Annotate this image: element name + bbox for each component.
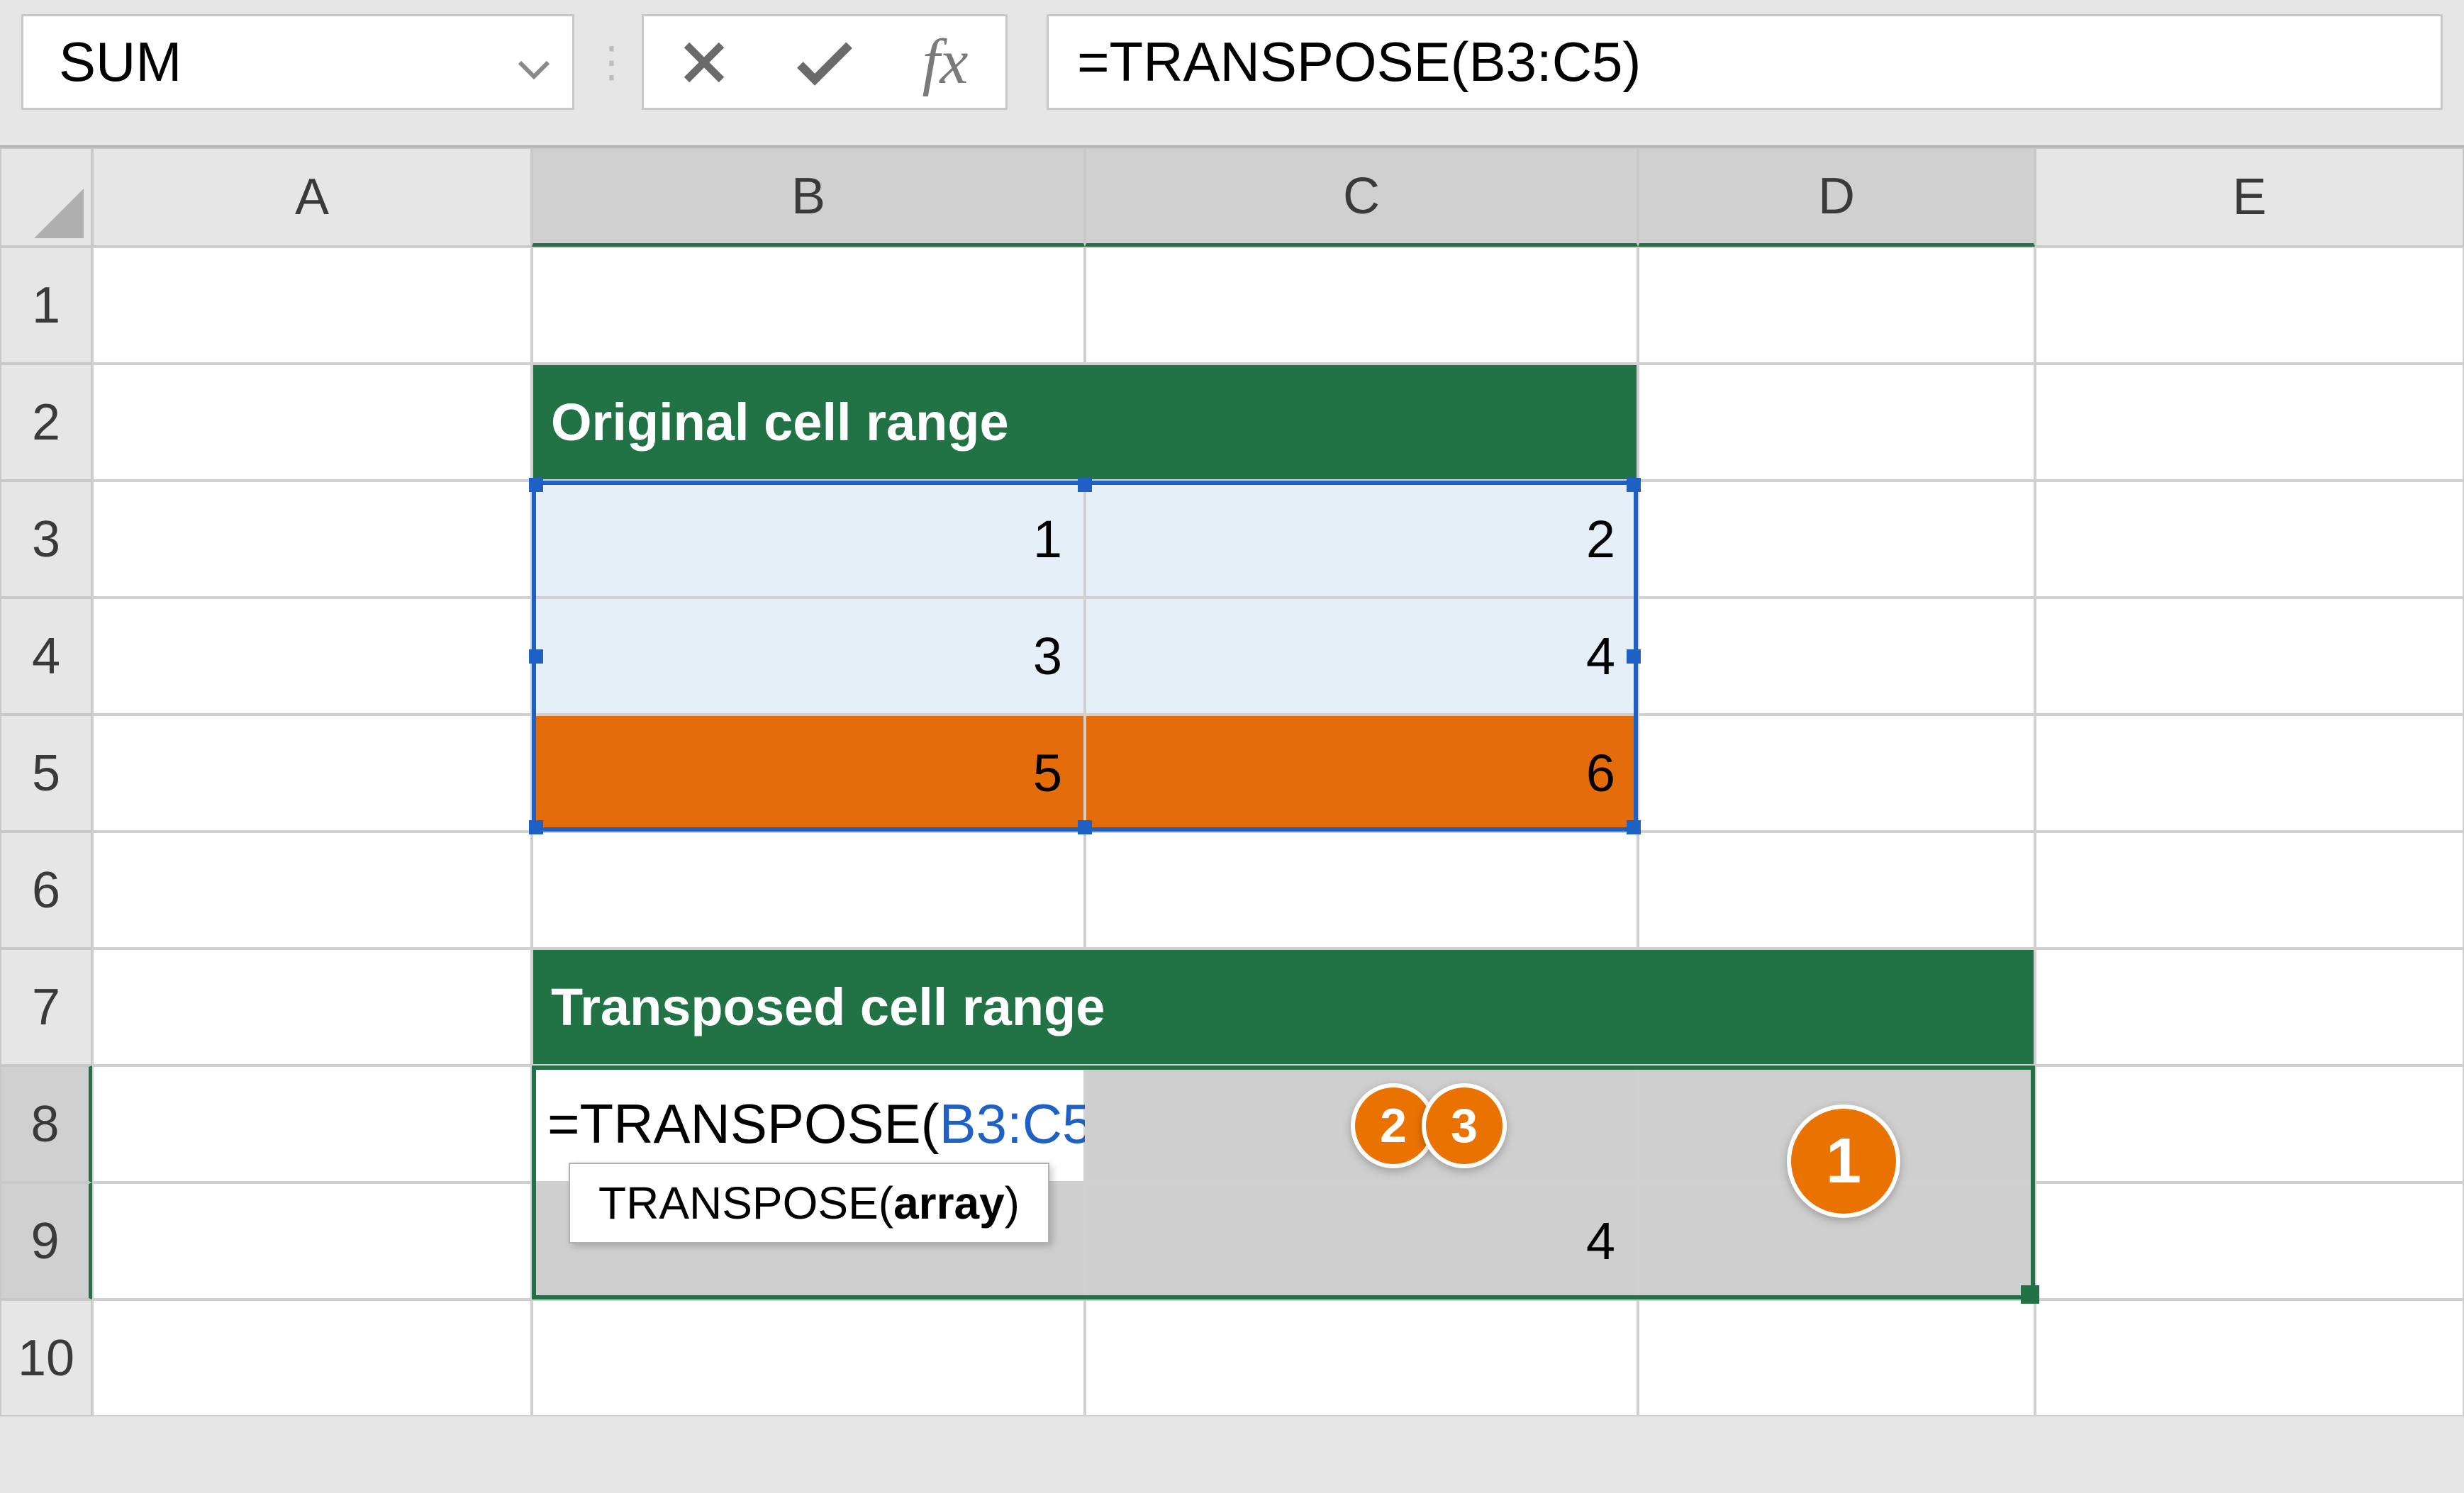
cell-A4[interactable] <box>92 598 532 715</box>
cell-A8[interactable] <box>92 1066 532 1182</box>
cell-D1[interactable] <box>1638 247 2035 364</box>
cell-A1[interactable] <box>92 247 532 364</box>
row-header-5[interactable]: 5 <box>0 715 92 832</box>
enter-icon[interactable] <box>764 16 885 108</box>
column-headers: A B C D E <box>0 147 2464 247</box>
cell-B8-editing[interactable]: =TRANSPOSE(B3:C5) TRANSPOSE(array) <box>532 1066 1085 1182</box>
original-title[interactable]: Original cell range <box>532 364 1638 481</box>
cell-E1[interactable] <box>2035 247 2464 364</box>
formula-text: =TRANSPOSE(B3:C5) <box>1077 30 1641 94</box>
cell-B6[interactable] <box>532 832 1085 949</box>
cell-A2[interactable] <box>92 364 532 481</box>
col-header-D[interactable]: D <box>1638 147 2035 247</box>
cell-E2[interactable] <box>2035 364 2464 481</box>
cell-A7[interactable] <box>92 949 532 1066</box>
cell-E7[interactable] <box>2035 949 2464 1066</box>
cell-B5[interactable]: 5 <box>532 715 1085 832</box>
cell-E3[interactable] <box>2035 481 2464 598</box>
insert-function-icon[interactable]: fx <box>885 16 1005 108</box>
row-header-3[interactable]: 3 <box>0 481 92 598</box>
row-header-1[interactable]: 1 <box>0 247 92 364</box>
col-header-A[interactable]: A <box>92 147 532 247</box>
cell-C3[interactable]: 2 <box>1085 481 1638 598</box>
cell-C1[interactable] <box>1085 247 1638 364</box>
cell-E5[interactable] <box>2035 715 2464 832</box>
formula-input[interactable]: =TRANSPOSE(B3:C5) <box>1047 14 2443 110</box>
tooltip-fn: TRANSPOSE <box>598 1178 879 1229</box>
col-header-E[interactable]: E <box>2035 147 2464 247</box>
cell-D6[interactable] <box>1638 832 2035 949</box>
formula-bar: SUM ⋮ fx =TRANSPOSE(B3:C5) <box>0 0 2464 145</box>
row-header-7[interactable]: 7 <box>0 949 92 1066</box>
callout-badge-1: 1 <box>1787 1105 1900 1218</box>
cell-C9[interactable]: 4 <box>1085 1182 1638 1299</box>
row-header-6[interactable]: 6 <box>0 832 92 949</box>
cell-D4[interactable] <box>1638 598 2035 715</box>
formula-bar-buttons: fx <box>642 14 1008 110</box>
cell-A10[interactable] <box>92 1299 532 1416</box>
cell-C4[interactable]: 4 <box>1085 598 1638 715</box>
cell-B4[interactable]: 3 <box>532 598 1085 715</box>
col-header-B[interactable]: B <box>532 147 1085 247</box>
row-header-2[interactable]: 2 <box>0 364 92 481</box>
chevron-down-icon[interactable] <box>517 30 551 94</box>
cell-B10[interactable] <box>532 1299 1085 1416</box>
cell-A9[interactable] <box>92 1182 532 1299</box>
cell-E6[interactable] <box>2035 832 2464 949</box>
cell-C6[interactable] <box>1085 832 1638 949</box>
cell-C5[interactable]: 6 <box>1085 715 1638 832</box>
row-header-4[interactable]: 4 <box>0 598 92 715</box>
cell-E10[interactable] <box>2035 1299 2464 1416</box>
row-header-9[interactable]: 9 <box>0 1182 92 1299</box>
cell-D2[interactable] <box>1638 364 2035 481</box>
transposed-title[interactable]: Transposed cell range <box>532 949 2035 1066</box>
tooltip-arg: array <box>893 1178 1005 1229</box>
formula-prefix: =TRANSPOSE( <box>547 1092 940 1156</box>
cell-E9[interactable] <box>2035 1182 2464 1299</box>
formula-ref: B3:C5 <box>940 1092 1093 1156</box>
name-box-value: SUM <box>59 30 182 94</box>
cell-D3[interactable] <box>1638 481 2035 598</box>
separator-icon: ⋮ <box>574 38 642 87</box>
row-header-8[interactable]: 8 <box>0 1066 92 1182</box>
row-header-10[interactable]: 10 <box>0 1299 92 1416</box>
cell-C10[interactable] <box>1085 1299 1638 1416</box>
cell-E4[interactable] <box>2035 598 2464 715</box>
name-box[interactable]: SUM <box>21 14 574 110</box>
cell-D5[interactable] <box>1638 715 2035 832</box>
cell-D10[interactable] <box>1638 1299 2035 1416</box>
cell-B1[interactable] <box>532 247 1085 364</box>
cell-B3[interactable]: 1 <box>532 481 1085 598</box>
cell-E8[interactable] <box>2035 1066 2464 1182</box>
col-header-C[interactable]: C <box>1085 147 1638 247</box>
cell-A6[interactable] <box>92 832 532 949</box>
callout-badge-3: 3 <box>1422 1083 1507 1168</box>
cell-A3[interactable] <box>92 481 532 598</box>
function-tooltip[interactable]: TRANSPOSE(array) <box>569 1163 1049 1243</box>
cancel-icon[interactable] <box>644 16 764 108</box>
cell-A5[interactable] <box>92 715 532 832</box>
select-all-corner[interactable] <box>0 147 92 247</box>
spreadsheet-grid: A B C D E 1 2 Original cell range 3 1 2 … <box>0 145 2464 1416</box>
